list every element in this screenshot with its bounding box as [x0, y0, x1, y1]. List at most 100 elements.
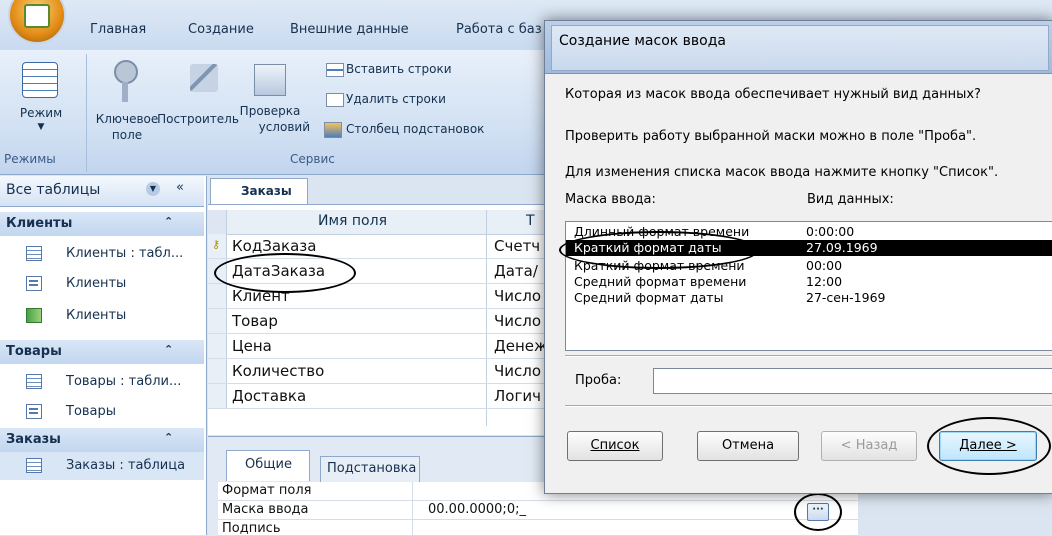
cancel-button-label: Отмена — [721, 438, 775, 453]
dialog-separator — [565, 405, 1052, 407]
chevron-up-icon: ⌃ — [164, 431, 174, 444]
field-name[interactable]: Товар — [232, 312, 278, 330]
input-mask-wizard-dialog: Создание масок ввода Которая из масок вв… — [544, 20, 1052, 494]
row-selector[interactable]: ⚷ — [208, 234, 227, 258]
list-item[interactable]: Средний формат даты 27-сен-1969 — [574, 290, 885, 306]
nav-group-label: Товары — [6, 344, 62, 359]
property-label: Маска ввода — [222, 502, 309, 517]
dialog-titlebar: Создание масок ввода — [545, 21, 1052, 74]
builder-label: Построитель — [157, 112, 239, 126]
nav-item-clients-report[interactable]: Клиенты — [0, 302, 204, 330]
nav-item-label: Клиенты — [66, 308, 127, 323]
table-icon — [219, 185, 233, 197]
row-selector[interactable] — [208, 334, 227, 358]
delete-rows-button[interactable]: Удалить строки — [316, 90, 546, 112]
dialog-separator — [565, 355, 1052, 357]
delete-rows-icon — [326, 93, 344, 107]
lookup-column-button[interactable]: Столбец подстановок — [316, 120, 546, 142]
wand-icon — [190, 64, 218, 92]
select-all-corner[interactable] — [208, 210, 227, 234]
group-divider — [86, 54, 87, 172]
table-row[interactable]: Доставка Логич — [208, 384, 548, 409]
field-type[interactable]: Логич — [494, 387, 541, 405]
nav-group-orders[interactable]: Заказы ⌃ — [0, 428, 204, 452]
row-selector[interactable] — [208, 309, 227, 333]
key-shaft — [122, 82, 128, 102]
primary-key-icon: ⚷ — [212, 238, 221, 251]
chevron-down-icon: ▼ — [37, 122, 45, 132]
nav-group-products[interactable]: Товары ⌃ — [0, 340, 204, 364]
tab-create[interactable]: Создание — [188, 22, 254, 37]
nav-item-label: Заказы : таблица — [66, 458, 186, 473]
cancel-button[interactable]: Отмена — [697, 431, 799, 461]
check-label-2: условий — [258, 120, 310, 134]
annotation-ellipse — [559, 231, 759, 269]
primary-key-label-2: поле — [111, 128, 143, 142]
nav-item-clients-table[interactable]: Клиенты : табл... — [0, 240, 204, 268]
mask-example: 12:00 — [806, 274, 843, 289]
field-type[interactable]: Счетч — [494, 237, 540, 255]
row-selector[interactable] — [208, 359, 227, 383]
test-validation-button[interactable]: Проверка условий — [240, 58, 310, 150]
nav-item-label: Клиенты : табл... — [66, 246, 184, 261]
nav-item-clients-form[interactable]: Клиенты — [0, 270, 204, 298]
insert-rows-button[interactable]: Вставить строки — [316, 60, 546, 82]
field-type[interactable]: Дата/ — [494, 262, 538, 280]
delete-rows-label: Удалить строки — [346, 92, 446, 106]
list-button[interactable]: Список — [567, 431, 663, 461]
field-type[interactable]: Число — [494, 362, 541, 380]
property-label: Формат поля — [222, 483, 312, 498]
insert-rows-label: Вставить строки — [346, 62, 452, 76]
nav-group-clients[interactable]: Клиенты ⌃ — [0, 212, 204, 236]
datasheet-view-icon — [22, 62, 58, 98]
property-row[interactable]: Маска ввода 00.00.0000;0;_ — [218, 501, 858, 520]
field-name[interactable]: Количество — [232, 362, 324, 380]
list-button-label: Список — [590, 438, 640, 453]
table-row[interactable]: Цена Денеж — [208, 334, 548, 359]
mode-button[interactable]: Режим ▼ — [6, 58, 76, 150]
probe-input[interactable] — [653, 368, 1052, 394]
property-row[interactable]: Подпись — [218, 520, 858, 536]
chevron-up-icon: ⌃ — [164, 215, 174, 228]
tab-general[interactable]: Общие — [226, 450, 310, 481]
validation-icon — [254, 64, 286, 96]
nav-header[interactable]: Все таблицы ▼ « — [0, 176, 204, 207]
primary-key-button[interactable]: Ключевое поле — [92, 58, 162, 150]
field-type[interactable]: Число — [494, 287, 541, 305]
nav-dropdown-icon[interactable]: ▼ — [146, 182, 160, 196]
field-type[interactable]: Денеж — [494, 337, 548, 355]
mask-example: 27.09.1969 — [806, 240, 878, 255]
table-row[interactable]: Товар Число — [208, 309, 548, 334]
nav-item-label: Клиенты — [66, 276, 127, 291]
field-name[interactable]: Доставка — [232, 387, 306, 405]
list-item[interactable]: Средний формат времени 12:00 — [574, 274, 842, 290]
annotation-ellipse — [214, 253, 356, 293]
document-tab-label: Заказы — [241, 184, 292, 198]
column-header-field-name: Имя поля — [318, 213, 387, 229]
tab-lookup-label: Подстановка — [327, 461, 417, 476]
nav-header-title: Все таблицы — [6, 182, 101, 198]
column-header-view: Вид данных: — [807, 192, 894, 207]
row-selector[interactable] — [208, 384, 227, 408]
lookup-column-icon — [324, 122, 342, 138]
tab-database-tools[interactable]: Работа с баз — [456, 22, 542, 37]
annotation-ellipse — [927, 417, 1051, 475]
input-mask-value[interactable]: 00.00.0000;0;_ — [428, 502, 526, 517]
column-header-mask: Маска ввода: — [565, 192, 656, 207]
table-icon — [26, 458, 42, 473]
nav-item-products-table[interactable]: Товары : табли... — [0, 368, 204, 396]
nav-item-products-form[interactable]: Товары — [0, 398, 204, 426]
check-label-1: Проверка — [239, 104, 301, 118]
field-type[interactable]: Число — [494, 312, 541, 330]
document-tab-orders[interactable]: Заказы — [210, 178, 308, 205]
collapse-pane-icon[interactable]: « — [176, 180, 184, 195]
nav-item-orders-table[interactable]: Заказы : таблица — [0, 452, 204, 480]
tab-lookup[interactable]: Подстановка — [320, 456, 420, 483]
design-grid-header: Имя поля Т — [208, 210, 548, 235]
tab-external-data[interactable]: Внешние данные — [290, 22, 409, 37]
row-selector[interactable] — [208, 284, 227, 308]
tab-home[interactable]: Главная — [90, 22, 146, 37]
back-button[interactable]: < Назад — [821, 431, 917, 461]
table-row[interactable]: Количество Число — [208, 359, 548, 384]
field-name[interactable]: Цена — [232, 337, 272, 355]
